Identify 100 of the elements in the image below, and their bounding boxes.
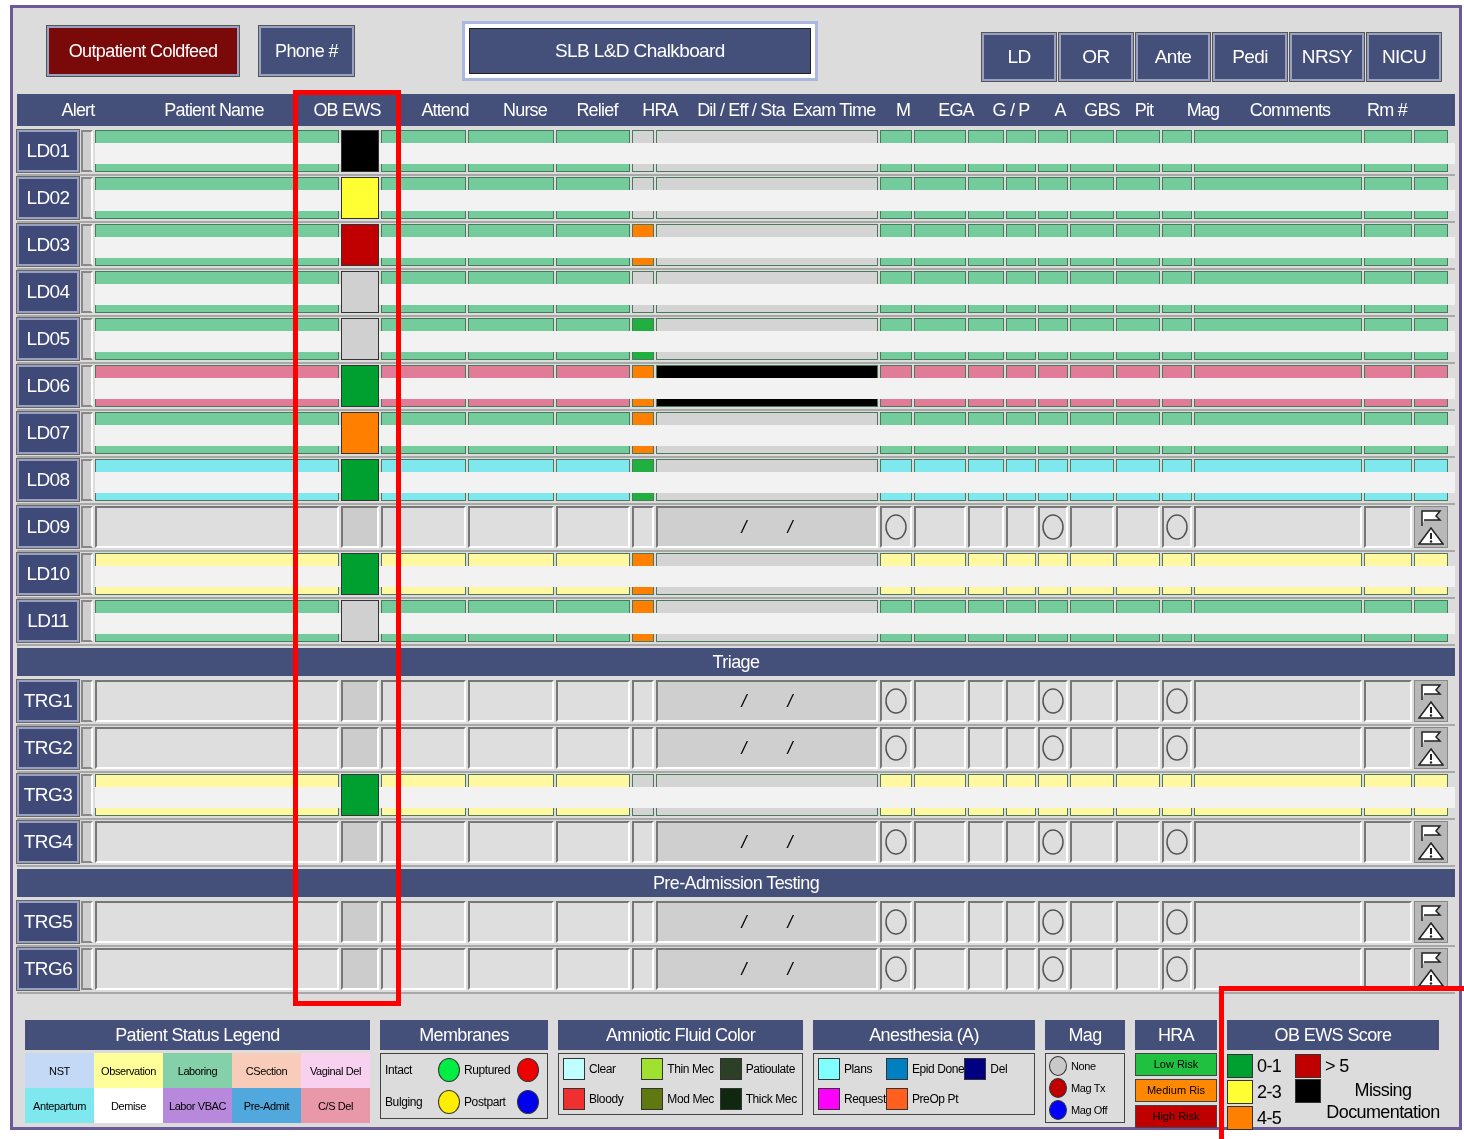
- legend-label: Thin Mec: [667, 1062, 714, 1076]
- legend-label: 2-3: [1257, 1081, 1282, 1103]
- table-cell: [914, 948, 966, 990]
- unit-tab[interactable]: OR: [1059, 33, 1133, 81]
- risk-legend-bar: High Risk: [1135, 1105, 1217, 1128]
- table-cell: [1006, 901, 1036, 943]
- table-cell: [1116, 680, 1160, 722]
- table-cell: [632, 680, 654, 722]
- circle-icon: [884, 687, 908, 715]
- circle-icon: [884, 734, 908, 762]
- section-header: Triage: [17, 648, 1455, 676]
- legend-title: Anesthesia (A): [813, 1020, 1035, 1050]
- table-cell: [1116, 506, 1160, 548]
- table-cell: [1006, 506, 1036, 548]
- circle-icon: [1165, 687, 1189, 715]
- legend-label: PreOp Pt: [911, 1092, 959, 1106]
- table-cell: [81, 130, 93, 172]
- column-header: Rm #: [1366, 99, 1409, 121]
- section-header: Pre-Admission Testing: [17, 869, 1455, 897]
- column-header: Relief: [575, 99, 620, 121]
- column-header: Attend: [420, 99, 470, 121]
- legend-title: Amniotic Fluid Color: [558, 1020, 803, 1050]
- column-header: Dil / Eff / Sta: [696, 99, 787, 121]
- table-cell: [1364, 821, 1412, 863]
- legend-label: None: [1071, 1060, 1096, 1072]
- flag-icon: [1418, 683, 1444, 701]
- date-field: / /: [656, 506, 878, 548]
- legend-label: Mod Mec: [667, 1092, 714, 1106]
- table-cell: [1364, 506, 1412, 548]
- warning-icon: [1418, 842, 1444, 860]
- legend-title: Patient Status Legend: [25, 1020, 370, 1050]
- unit-tab[interactable]: Pedi: [1213, 33, 1287, 81]
- room-label: LD08: [17, 459, 79, 501]
- table-cell: [914, 821, 966, 863]
- phone-button[interactable]: Phone #: [259, 26, 354, 76]
- status-legend-cell: NST: [25, 1053, 94, 1088]
- legend-label: > 5: [1325, 1055, 1349, 1077]
- room-label: LD11: [17, 600, 79, 642]
- column-header: HRA: [641, 99, 680, 121]
- room-label: LD03: [17, 224, 79, 266]
- circle-icon: [1165, 513, 1189, 541]
- table-cell: [1364, 727, 1412, 769]
- table-cell: [632, 901, 654, 943]
- table-cell: [81, 412, 93, 454]
- column-header: Exam Time: [791, 99, 877, 121]
- legend-label: Patioulate: [745, 1062, 796, 1076]
- column-header: Pit: [1133, 99, 1155, 121]
- circle-icon: [1165, 955, 1189, 983]
- flag-icon: [1418, 509, 1444, 527]
- warning-icon: [1418, 922, 1444, 940]
- table-cell: [968, 948, 1004, 990]
- circle-icon: [884, 908, 908, 936]
- unit-tab[interactable]: Ante: [1136, 33, 1210, 81]
- table-cell: [81, 821, 93, 863]
- legend-label: Clear: [589, 1062, 616, 1076]
- column-header: M: [894, 99, 912, 121]
- room-label: TRG2: [17, 727, 79, 769]
- status-legend-cell: Antepartum: [25, 1088, 94, 1123]
- unit-tab[interactable]: NRSY: [1290, 33, 1364, 81]
- status-legend-cell: Labor VBAC: [163, 1088, 232, 1123]
- table-cell: [1116, 901, 1160, 943]
- table-cell: [341, 680, 379, 722]
- warning-icon: [1418, 969, 1444, 987]
- table-cell: [81, 901, 93, 943]
- table-cell: [81, 948, 93, 990]
- table-cell: [341, 727, 379, 769]
- room-label: LD07: [17, 412, 79, 454]
- table-cell: [81, 600, 93, 642]
- room-label: TRG6: [17, 948, 79, 990]
- flag-icon: [1418, 824, 1444, 842]
- room-label: LD06: [17, 365, 79, 407]
- status-legend-cell: C/S Del: [301, 1088, 370, 1123]
- warning-icon: [1418, 701, 1444, 719]
- table-cell: [914, 901, 966, 943]
- table-cell: [632, 821, 654, 863]
- table-cell: [1006, 680, 1036, 722]
- table-cell: [914, 727, 966, 769]
- room-label: TRG1: [17, 680, 79, 722]
- room-label: LD02: [17, 177, 79, 219]
- date-field: / /: [656, 901, 878, 943]
- table-cell: [968, 680, 1004, 722]
- table-cell: [968, 821, 1004, 863]
- flag-icon: [1418, 904, 1444, 922]
- risk-legend-bar: Medium Ris: [1135, 1079, 1217, 1102]
- legend-label: Missing Documentation: [1325, 1079, 1441, 1123]
- alert-button[interactable]: Outpatient Coldfeed: [47, 26, 239, 76]
- status-legend-cell: Observation: [94, 1053, 163, 1088]
- circle-icon: [1165, 908, 1189, 936]
- table-cell: [1070, 506, 1114, 548]
- table-cell: [1006, 821, 1036, 863]
- table-cell: [1070, 680, 1114, 722]
- table-cell: [81, 318, 93, 360]
- unit-tab[interactable]: LD: [982, 33, 1056, 81]
- circle-icon: [1041, 734, 1065, 762]
- status-legend-cell: Demise: [94, 1088, 163, 1123]
- room-label: LD04: [17, 271, 79, 313]
- table-cell: [968, 506, 1004, 548]
- flag-icon: [1418, 951, 1444, 969]
- legend-label: Postpart: [464, 1095, 506, 1109]
- unit-tab[interactable]: NICU: [1367, 33, 1441, 81]
